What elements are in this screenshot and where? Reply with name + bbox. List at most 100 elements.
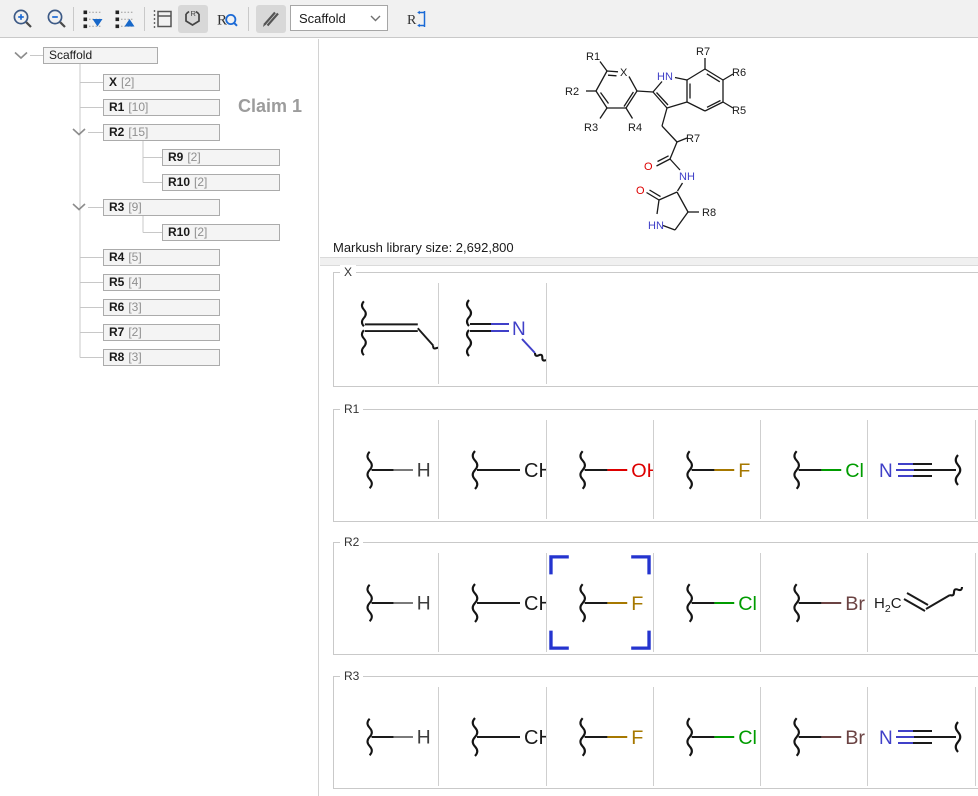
scaffold-x-label: X [620,67,628,79]
collapse-all-button[interactable] [110,5,140,33]
tree-node-r1[interactable]: R1[10] [103,99,220,116]
atom-label: CH3 [524,593,546,617]
tree-node-r4[interactable]: R4[5] [103,249,220,266]
scaffold-amide-nh-label: NH [679,171,695,183]
tree-node-label: R3 [109,200,124,214]
tree-node-r7[interactable]: R7[2] [103,324,220,341]
atom-label: H [417,728,431,749]
scaffold-r2-label: R2 [565,86,579,98]
fragment-cell-r1-1[interactable]: H [335,420,439,519]
fragment-structure: H [335,553,438,652]
fragment-structure: Br [761,687,867,786]
rgroup-box-r2: R2HCH3FClBrH2C [333,542,978,655]
claim-label: Claim 1 [238,96,302,117]
r-group-query-button[interactable]: R [212,5,242,33]
h2c-label: H2C [874,595,902,615]
tree-node-r6[interactable]: R6[3] [103,299,220,316]
fragment-cell-x-2[interactable]: N [439,283,547,384]
scaffold-dropdown[interactable]: Scaffold [290,5,388,31]
tree-node-count: [2] [194,225,207,239]
r-group-ring-button[interactable]: R [178,5,208,33]
r-table-icon: R [405,7,429,31]
toolbar-separator [248,7,249,31]
fragment-cell-r1-6[interactable]: N [868,420,976,519]
fragment-cell-r2-1[interactable]: H [335,553,439,652]
group-label: R3 [340,669,363,683]
tree-node-label: R10 [168,175,190,189]
nitrogen-label: N [879,461,893,482]
tree-node-r10[interactable]: R10[2] [162,224,280,241]
tree-node-count: [4] [128,275,141,289]
tree-node-count: [9] [128,200,141,214]
tree-node-count: [2] [194,175,207,189]
magnifier-minus-icon [45,7,69,31]
tree-node-x[interactable]: X[2] [103,74,220,91]
fragment-cell-x-1[interactable] [335,283,439,384]
fragment-cell-r2-2[interactable]: CH3 [439,553,547,652]
fragment-structure: CH3 [439,687,546,786]
scaffold-r6-label: R6 [732,67,746,79]
fragment-cell-r2-4[interactable]: Cl [654,553,761,652]
fragment-cell-r1-5[interactable]: Cl [761,420,868,519]
tree-node-r3[interactable]: R3 [9] [103,199,220,216]
tree-node-scaffold[interactable]: Scaffold [43,47,158,64]
library-size-status: Markush library size: 2,692,800 [333,240,514,255]
fragment-cell-r3-5[interactable]: Br [761,687,868,786]
panel-layout-button[interactable] [148,5,178,33]
scaffold-structure: R1 X R2 R3 R4 R7 R6 R5 HN R7 O NH O HN R… [320,39,978,257]
r-table-button[interactable]: R [402,5,432,33]
fragment-cell-r3-1[interactable]: H [335,687,439,786]
scaffold-indole-nh-label: HN [657,71,673,83]
tree-node-r8[interactable]: R8 [3] [103,349,220,366]
fragment-cell-r3-4[interactable]: Cl [654,687,761,786]
tree-node-r9[interactable]: R9[2] [162,149,280,166]
fragment-cell-r2-5[interactable]: Br [761,553,868,652]
horizontal-splitter[interactable] [320,257,978,266]
nitrogen-label: N [512,319,526,340]
scaffold-r4-label: R4 [628,122,642,134]
magnifier-plus-icon [11,7,35,31]
tree-node-r5[interactable]: R5[4] [103,274,220,291]
fragment-cell-r1-4[interactable]: F [654,420,761,519]
fragment-cell-r2-3[interactable]: F [547,553,654,652]
fragment-structure: N [868,687,975,786]
fragment-structure: Br [761,553,867,652]
atom-label: Br [845,593,865,615]
tree-node-count: [3] [128,300,141,314]
fragment-cell-r2-6[interactable]: H2C [868,553,976,652]
tree-node-count: [3] [128,350,141,364]
tree-chevron-r3[interactable] [73,204,85,210]
group-label: X [340,265,356,279]
group-label: R2 [340,535,363,549]
fragment-cell-r3-2[interactable]: CH3 [439,687,547,786]
fragment-structure: H [335,420,438,519]
selection-brackets [547,553,653,652]
tree-node-r2[interactable]: R2[15] [103,124,220,141]
svg-text:R: R [407,13,417,28]
atom-label: Cl [738,727,757,749]
tree-chevron-r2[interactable] [73,129,85,135]
zoom-in-button[interactable] [8,5,38,33]
scaffold-lactam-o-label: O [636,185,645,197]
fragment-structure: F [654,420,760,519]
scaffold-lactam-nh-label: HN [648,220,664,232]
tree-node-label: R8 [109,350,124,364]
fragment-cell-r1-3[interactable]: OH [547,420,654,519]
edit-disabled-button[interactable] [256,5,286,33]
fragment-cell-r3-6[interactable]: N [868,687,976,786]
fragment-cell-r1-2[interactable]: CH3 [439,420,547,519]
expand-all-button[interactable] [78,5,108,33]
tree-chevron-scaffold[interactable] [15,53,27,59]
scaffold-r3-label: R3 [584,122,598,134]
tree-node-label: R2 [109,125,124,139]
tree-node-r10[interactable]: R10 [2] [162,174,280,191]
tree-node-label: Scaffold [49,48,92,62]
zoom-out-button[interactable] [42,5,72,33]
atom-label: H [417,594,431,615]
fragment-structure: Cl [654,687,760,786]
atom-label: CH3 [524,727,546,751]
fragment-cell-r3-3[interactable]: F [547,687,654,786]
r-group-ring-icon: R [181,7,205,31]
tree-node-label: R4 [109,250,124,264]
tree-collapse-icon [113,7,137,31]
